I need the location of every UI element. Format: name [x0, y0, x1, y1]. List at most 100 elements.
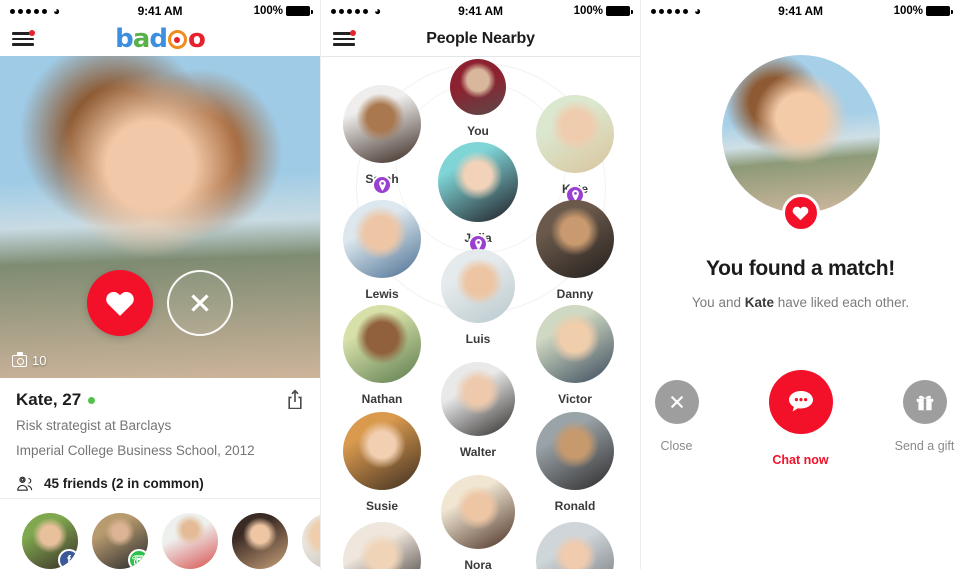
- avatar: [162, 513, 218, 569]
- list-item[interactable]: ☏ Josh: [92, 513, 148, 569]
- person-row6-left[interactable]: [343, 522, 421, 569]
- person-luis[interactable]: Luis: [441, 249, 515, 346]
- avatar: [536, 200, 614, 278]
- notification-badge-icon: [350, 30, 356, 36]
- avatar: [441, 249, 515, 323]
- send-gift-label: Send a gift: [894, 439, 955, 453]
- person-name: Victor: [558, 392, 592, 406]
- avatar: [536, 305, 614, 383]
- status-bar-middle: ◕ 9:41 AM 100%: [321, 0, 640, 22]
- close-x-icon: [191, 294, 209, 312]
- match-subtitle-name: Kate: [744, 295, 774, 310]
- close-label: Close: [660, 439, 693, 453]
- online-status-dot: [88, 396, 96, 404]
- status-time: 9:41 AM: [137, 4, 183, 18]
- avatar: [343, 200, 421, 278]
- wifi-icon: ◕: [694, 4, 702, 18]
- like-button[interactable]: [87, 270, 153, 336]
- avatar: [536, 95, 614, 173]
- person-susie[interactable]: Susie: [343, 412, 421, 513]
- avatar: [441, 362, 515, 436]
- match-subtitle: You and Kate have liked each other.: [692, 295, 909, 310]
- photo-count-value: 10: [32, 353, 47, 368]
- heart-icon: [781, 194, 820, 232]
- status-battery: 100%: [540, 5, 633, 17]
- list-item[interactable]: Alexander: [162, 513, 218, 569]
- close-button[interactable]: Close: [641, 380, 720, 453]
- profile-name: Kate, 27: [16, 390, 82, 409]
- pass-button[interactable]: [167, 270, 233, 336]
- person-victor[interactable]: Victor: [536, 305, 614, 406]
- avatar: [343, 412, 421, 490]
- badoo-logo: bad o: [115, 24, 206, 54]
- person-ronald[interactable]: Ronald: [536, 412, 614, 513]
- friends-count-row[interactable]: 45 friends (2 in common): [16, 475, 304, 492]
- profile-education: Imperial College Business School, 2012: [16, 443, 255, 459]
- send-gift-button[interactable]: Send a gift: [882, 380, 960, 453]
- photo-count-badge: 10: [12, 352, 47, 368]
- heart-icon: [106, 291, 134, 316]
- panel-match: ◕ 9:41 AM 100% You found a match! You an…: [640, 0, 960, 569]
- match-screen: You found a match! You and Kate have lik…: [641, 22, 960, 569]
- wifi-icon: ◕: [53, 4, 61, 18]
- friends-count-text: 45 friends (2 in common): [44, 476, 204, 492]
- status-signal: ◕: [331, 5, 421, 17]
- person-walter[interactable]: Walter: [441, 362, 515, 459]
- status-signal: ◕: [10, 5, 100, 17]
- person-danny[interactable]: Danny: [536, 200, 614, 301]
- person-lewis[interactable]: Lewis: [343, 200, 421, 301]
- avatar: [232, 513, 288, 569]
- person-kate[interactable]: Kate: [536, 95, 614, 205]
- list-item[interactable]: f Julia: [22, 513, 78, 569]
- chat-now-button[interactable]: Chat now: [758, 370, 844, 467]
- match-subtitle-before: You and: [691, 295, 745, 310]
- mutual-friends-strip[interactable]: f Julia ☏ Josh Alexander Danielle J: [0, 498, 320, 569]
- share-icon[interactable]: [286, 388, 304, 410]
- profile-job: Risk strategist at Barclays: [16, 418, 172, 433]
- battery-icon: [286, 6, 313, 16]
- avatar: [302, 513, 320, 569]
- status-time: 9:41 AM: [458, 4, 503, 18]
- match-action-buttons: Close Chat now Send a gift: [641, 370, 960, 467]
- person-julia[interactable]: Julia: [438, 142, 518, 254]
- battery-percent: 100%: [893, 5, 923, 17]
- status-time: 9:41 AM: [778, 4, 823, 18]
- person-nathan[interactable]: Nathan: [343, 305, 421, 406]
- page-title: People Nearby: [426, 30, 535, 47]
- chat-now-label: Chat now: [772, 453, 829, 467]
- avatar: [721, 55, 880, 213]
- person-name: Luis: [465, 332, 491, 346]
- avatar: [343, 522, 421, 569]
- location-pin-icon: [372, 175, 392, 195]
- person-name: Susie: [365, 499, 398, 513]
- avatar: f: [22, 513, 78, 569]
- person-you[interactable]: You: [450, 59, 506, 138]
- navbar-left: bad o: [0, 22, 320, 56]
- list-item[interactable]: Danielle: [232, 513, 288, 569]
- hero-action-buttons: [0, 270, 320, 336]
- people-nearby-grid[interactable]: You Sarah Kate Julia Lewis: [321, 57, 640, 569]
- panel-profile: ◕ 9:41 AM 100% bad o 10 Kate, 27 Risk st…: [0, 0, 320, 569]
- match-avatar-wrap: [721, 55, 880, 232]
- hamburger-menu-icon[interactable]: [333, 30, 356, 46]
- avatar: [450, 59, 506, 115]
- phone-icon: ☏: [128, 549, 148, 569]
- person-sarah[interactable]: Sarah: [343, 85, 421, 195]
- status-battery: 100%: [860, 5, 953, 17]
- avatar: [343, 85, 421, 163]
- battery-percent: 100%: [573, 5, 603, 17]
- avatar: [536, 412, 614, 490]
- close-x-icon: [654, 380, 699, 424]
- avatar: [438, 142, 518, 222]
- status-bar-right: ◕ 9:41 AM 100%: [641, 0, 960, 22]
- person-row6-right[interactable]: [536, 522, 614, 569]
- status-bar-left: ◕ 9:41 AM 100%: [0, 0, 320, 22]
- person-nora[interactable]: Nora: [441, 475, 515, 569]
- facebook-icon: f: [58, 549, 78, 569]
- avatar: ☏: [92, 513, 148, 569]
- list-item[interactable]: J: [302, 513, 320, 569]
- avatar: [441, 475, 515, 549]
- avatar: [536, 522, 614, 569]
- battery-percent: 100%: [253, 5, 283, 17]
- profile-hero-photo[interactable]: 10: [0, 56, 320, 378]
